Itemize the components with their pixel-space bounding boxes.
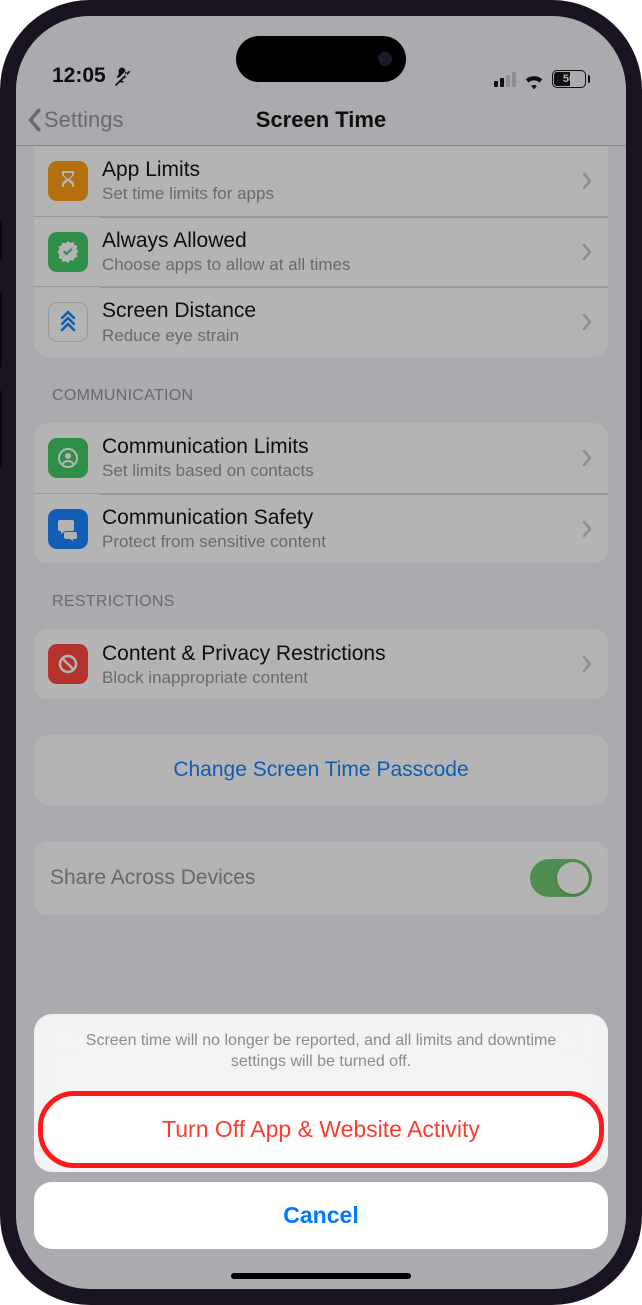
status-time: 12:05 [52,64,106,88]
distance-arrows-icon [48,302,88,342]
settings-group-restrictions: Content & Privacy Restrictions Block ina… [34,629,608,699]
home-indicator[interactable] [231,1273,411,1279]
volume-down-button [0,390,2,468]
row-subtitle: Choose apps to allow at all times [102,254,568,275]
device-frame: 12:05 50 [0,0,642,1305]
settings-group-passcode: Change Screen Time Passcode [34,735,608,805]
action-sheet-block: Screen time will no longer be reported, … [34,1014,608,1172]
share-devices-toggle[interactable] [530,859,592,897]
settings-content: App Limits Set time limits for apps Alwa… [16,146,626,915]
row-title: Content & Privacy Restrictions [102,641,568,666]
wifi-icon [523,71,545,87]
row-subtitle: Set limits based on contacts [102,460,568,481]
battery-indicator: 50 [552,70,590,88]
no-sign-icon [48,644,88,684]
row-screen-distance[interactable]: Screen Distance Reduce eye strain [34,286,608,356]
row-subtitle: Protect from sensitive content [102,531,568,552]
settings-group-communication: Communication Limits Set limits based on… [34,423,608,563]
section-header-communication: Communication [34,357,608,413]
chat-bubbles-icon [48,509,88,549]
cancel-label: Cancel [283,1202,358,1228]
back-button[interactable]: Settings [26,107,124,133]
row-subtitle: Block inappropriate content [102,667,568,688]
chevron-right-icon [582,172,592,190]
row-content-privacy[interactable]: Content & Privacy Restrictions Block ina… [34,629,608,699]
cancel-button[interactable]: Cancel [34,1182,608,1249]
change-passcode-button[interactable]: Change Screen Time Passcode [34,735,608,805]
row-title: App Limits [102,157,568,182]
hourglass-icon [48,161,88,201]
chevron-right-icon [582,243,592,261]
person-circle-icon [48,438,88,478]
row-title: Communication Safety [102,505,568,530]
chevron-left-icon [26,108,42,132]
row-always-allowed[interactable]: Always Allowed Choose apps to allow at a… [34,216,608,286]
chevron-right-icon [582,449,592,467]
row-subtitle: Reduce eye strain [102,325,568,346]
share-devices-label: Share Across Devices [50,866,255,890]
dynamic-island [236,36,406,82]
row-title: Always Allowed [102,228,568,253]
cellular-signal-icon [494,71,516,87]
silent-mode-icon [112,66,132,86]
chevron-right-icon [582,520,592,538]
volume-up-button [0,290,2,368]
screen: 12:05 50 [16,16,626,1289]
silent-switch [0,220,2,262]
settings-group-limits: App Limits Set time limits for apps Alwa… [34,146,608,357]
row-subtitle: Set time limits for apps [102,183,568,204]
action-sheet: Screen time will no longer be reported, … [34,1014,608,1249]
action-sheet-message: Screen time will no longer be reported, … [34,1014,608,1089]
turn-off-activity-button[interactable]: Turn Off App & Website Activity [38,1091,604,1168]
row-title: Communication Limits [102,434,568,459]
row-app-limits[interactable]: App Limits Set time limits for apps [34,146,608,216]
navigation-bar: Settings Screen Time [16,94,626,146]
row-communication-safety[interactable]: Communication Safety Protect from sensit… [34,493,608,563]
row-communication-limits[interactable]: Communication Limits Set limits based on… [34,423,608,493]
settings-group-share: Share Across Devices [34,841,608,915]
row-share-across-devices[interactable]: Share Across Devices [34,841,608,915]
change-passcode-label: Change Screen Time Passcode [173,758,468,782]
chevron-right-icon [582,655,592,673]
row-title: Screen Distance [102,298,568,323]
section-header-restrictions: Restrictions [34,563,608,619]
back-label: Settings [44,107,124,133]
chevron-right-icon [582,313,592,331]
battery-percent: 50 [563,73,575,85]
check-seal-icon [48,232,88,272]
turn-off-activity-label: Turn Off App & Website Activity [162,1116,480,1142]
